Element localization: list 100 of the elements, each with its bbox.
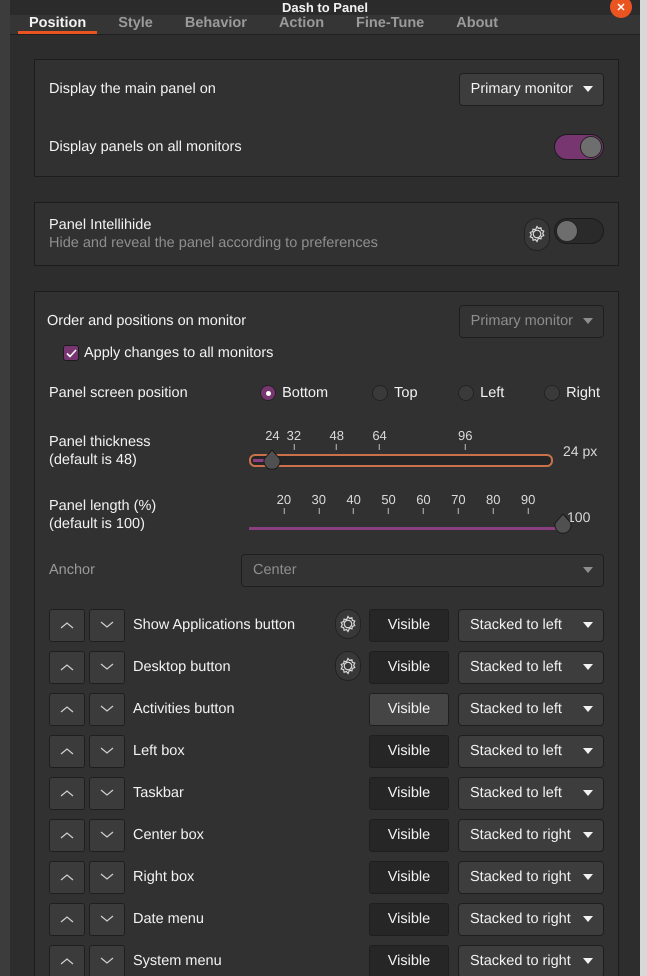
tick-label: 48 bbox=[329, 428, 344, 443]
close-button[interactable] bbox=[610, 0, 632, 18]
scrollbar[interactable] bbox=[640, 0, 647, 976]
visible-toggle[interactable]: Visible bbox=[369, 902, 449, 936]
chevron-up-icon bbox=[60, 747, 74, 755]
tab[interactable]: Style bbox=[107, 15, 164, 34]
caret-icon bbox=[583, 832, 593, 838]
radio-button[interactable] bbox=[260, 385, 276, 401]
radio-button[interactable] bbox=[372, 385, 388, 401]
move-up-button[interactable] bbox=[49, 902, 85, 936]
move-up-button[interactable] bbox=[49, 650, 85, 684]
caret-icon bbox=[583, 748, 593, 754]
visible-toggle[interactable]: Visible bbox=[369, 608, 449, 642]
position-dropdown[interactable]: Stacked to left bbox=[458, 692, 604, 726]
move-down-button[interactable] bbox=[89, 944, 125, 976]
move-down-button[interactable] bbox=[89, 902, 125, 936]
caret-icon bbox=[583, 318, 593, 324]
radio-label: Right bbox=[566, 385, 600, 401]
tick-label: 60 bbox=[416, 492, 431, 507]
move-up-button[interactable] bbox=[49, 692, 85, 726]
monitor-dropdown[interactable]: Primary monitor bbox=[458, 72, 604, 106]
chevron-up-icon bbox=[60, 831, 74, 839]
caret-icon bbox=[583, 874, 593, 880]
radio-label: Top bbox=[394, 385, 418, 401]
tab[interactable]: Action bbox=[268, 15, 336, 34]
radio-button[interactable] bbox=[458, 385, 474, 401]
slider-thumb[interactable] bbox=[263, 449, 282, 471]
move-up-button[interactable] bbox=[49, 944, 85, 976]
settings-button[interactable] bbox=[335, 608, 361, 638]
item-label: Right box bbox=[133, 869, 196, 885]
radio-button[interactable] bbox=[544, 385, 560, 401]
chevron-up-icon bbox=[60, 663, 74, 671]
move-down-button[interactable] bbox=[89, 818, 125, 852]
visible-toggle[interactable]: Visible bbox=[369, 650, 449, 684]
move-up-button[interactable] bbox=[49, 818, 85, 852]
tab[interactable]: Behavior bbox=[174, 15, 258, 34]
tab[interactable]: Fine-Tune bbox=[345, 15, 436, 34]
position-dropdown[interactable]: Stacked to right bbox=[458, 902, 604, 936]
visible-toggle[interactable]: Visible bbox=[369, 734, 449, 768]
visible-toggle[interactable]: Visible bbox=[369, 692, 449, 726]
visible-toggle[interactable]: Visible bbox=[369, 818, 449, 852]
move-down-button[interactable] bbox=[89, 608, 125, 642]
move-down-button[interactable] bbox=[89, 734, 125, 768]
setting-label: Panel Intellihide bbox=[49, 217, 152, 233]
chevron-down-icon bbox=[100, 957, 114, 965]
tick-label: 32 bbox=[286, 428, 302, 443]
slider-label: Panel length (%) (default is 100) bbox=[49, 496, 158, 534]
radio-label: Bottom bbox=[282, 385, 328, 401]
move-up-button[interactable] bbox=[49, 776, 85, 810]
move-up-button[interactable] bbox=[49, 860, 85, 894]
caret-icon bbox=[583, 86, 593, 92]
position-dropdown[interactable]: Stacked to left bbox=[458, 734, 604, 768]
position-dropdown[interactable]: Stacked to left bbox=[458, 776, 604, 810]
position-dropdown[interactable]: Stacked to left bbox=[458, 650, 604, 684]
tab[interactable]: Position bbox=[18, 15, 98, 34]
caret-icon bbox=[583, 958, 593, 964]
move-down-button[interactable] bbox=[89, 776, 125, 810]
chevron-down-icon bbox=[100, 915, 114, 923]
tick-label: 30 bbox=[312, 492, 326, 507]
gear-icon bbox=[339, 656, 357, 674]
chevron-up-icon bbox=[60, 621, 74, 629]
slider-value: 24 px bbox=[563, 443, 598, 459]
checkbox[interactable] bbox=[63, 345, 79, 361]
move-up-button[interactable] bbox=[49, 734, 85, 768]
caret-icon bbox=[583, 916, 593, 922]
caret-icon bbox=[583, 567, 593, 573]
item-label: Desktop button bbox=[133, 659, 232, 675]
setting-description: Hide and reveal the panel according to preferences bbox=[49, 235, 378, 251]
chevron-up-icon bbox=[60, 957, 74, 965]
chevron-up-icon bbox=[60, 789, 74, 797]
toggle-switch[interactable] bbox=[554, 218, 604, 244]
item-label: Activities button bbox=[133, 701, 236, 717]
caret-icon bbox=[583, 664, 593, 670]
caret-icon bbox=[583, 706, 593, 712]
move-down-button[interactable] bbox=[89, 650, 125, 684]
toggle-switch[interactable] bbox=[554, 134, 604, 160]
position-dropdown[interactable]: Stacked to right bbox=[458, 944, 604, 976]
setting-label: Panel screen position bbox=[49, 385, 188, 401]
move-down-button[interactable] bbox=[89, 692, 125, 726]
slider-value: 100 bbox=[567, 509, 590, 525]
item-label: Center box bbox=[133, 827, 205, 843]
visible-toggle[interactable]: Visible bbox=[369, 860, 449, 894]
visible-toggle[interactable]: Visible bbox=[369, 944, 449, 976]
gear-icon bbox=[339, 614, 357, 632]
settings-button[interactable] bbox=[524, 218, 550, 250]
chevron-down-icon bbox=[100, 663, 114, 671]
move-up-button[interactable] bbox=[49, 608, 85, 642]
settings-button[interactable] bbox=[335, 650, 361, 680]
position-dropdown[interactable]: Stacked to left bbox=[458, 608, 604, 642]
caret-icon bbox=[583, 790, 593, 796]
checkbox-label: Apply changes to all monitors bbox=[84, 345, 274, 361]
tab[interactable]: About bbox=[445, 15, 510, 34]
position-dropdown[interactable]: Stacked to right bbox=[458, 818, 604, 852]
move-down-button[interactable] bbox=[89, 860, 125, 894]
chevron-down-icon bbox=[100, 747, 114, 755]
position-dropdown[interactable]: Stacked to right bbox=[458, 860, 604, 894]
chevron-up-icon bbox=[60, 915, 74, 923]
slider[interactable]: 24 32 48 64 96 bbox=[239, 426, 563, 476]
tick-label: 24 bbox=[265, 428, 280, 443]
visible-toggle[interactable]: Visible bbox=[369, 776, 449, 810]
